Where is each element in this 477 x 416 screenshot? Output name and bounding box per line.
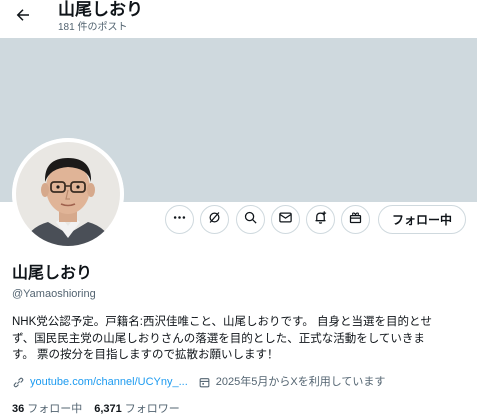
subscribe-button[interactable] xyxy=(341,205,370,234)
back-button[interactable] xyxy=(8,2,38,32)
followers-count: 6,371 xyxy=(94,403,122,415)
follow-stats: 36 フォロー中 6,371 フォロワー xyxy=(12,402,192,416)
display-name: 山尾しおり xyxy=(12,265,93,282)
website-link[interactable]: youtube.com/channel/UCYny_... xyxy=(12,375,188,389)
join-date-text: 2025年5月からXを利用しています xyxy=(215,376,386,388)
bio-line: ず、国民民主党の山尾しおりさんの落選を目的とした、正式な活動をしていきま xyxy=(12,332,425,345)
bio-line: NHK党公認予定。戸籍名:西沢佳唯こと、山尾しおりです。 自身と当選を目的とせ xyxy=(12,316,433,328)
calendar-icon xyxy=(198,376,211,389)
profile-meta: youtube.com/channel/UCYny_... 2025年5月からX… xyxy=(12,374,385,390)
following-count: 36 xyxy=(12,403,25,415)
link-icon xyxy=(12,376,25,389)
more-icon xyxy=(172,210,187,230)
post-count: 181 件のポスト xyxy=(58,22,128,33)
avatar[interactable] xyxy=(12,138,124,250)
profile-header: 山尾しおり 181 件のポスト xyxy=(0,0,477,38)
message-button[interactable] xyxy=(271,205,300,234)
message-icon xyxy=(278,210,293,230)
grok-button[interactable] xyxy=(200,205,229,234)
handle: @Yamaoshioring xyxy=(12,288,96,300)
notification-button[interactable] xyxy=(306,205,335,234)
bio: NHK党公認予定。戸籍名:西沢佳唯こと、山尾しおりです。 自身と当選を目的とせ … xyxy=(12,314,467,364)
more-button[interactable] xyxy=(165,205,194,234)
join-date: 2025年5月からXを利用しています xyxy=(198,375,386,389)
header-title: 山尾しおり xyxy=(58,0,143,19)
following-label: フォロー中 xyxy=(27,403,83,415)
following-button[interactable]: フォロー中 xyxy=(378,205,466,234)
arrow-left-icon xyxy=(14,6,32,29)
bio-line: す。 票の按分を目指しますので拡散お願いします！ xyxy=(12,349,279,361)
website-link-text[interactable]: youtube.com/channel/UCYny_... xyxy=(30,375,188,389)
search-profile-button[interactable] xyxy=(236,205,265,234)
grok-icon xyxy=(207,210,222,230)
following-stat[interactable]: 36 フォロー中 xyxy=(12,402,82,416)
subscribe-gift-icon xyxy=(348,210,363,230)
search-icon xyxy=(243,210,258,230)
followers-stat[interactable]: 6,371 フォロワー xyxy=(94,402,180,416)
followers-label: フォロワー xyxy=(124,403,180,415)
notification-bell-plus-icon xyxy=(313,210,328,230)
